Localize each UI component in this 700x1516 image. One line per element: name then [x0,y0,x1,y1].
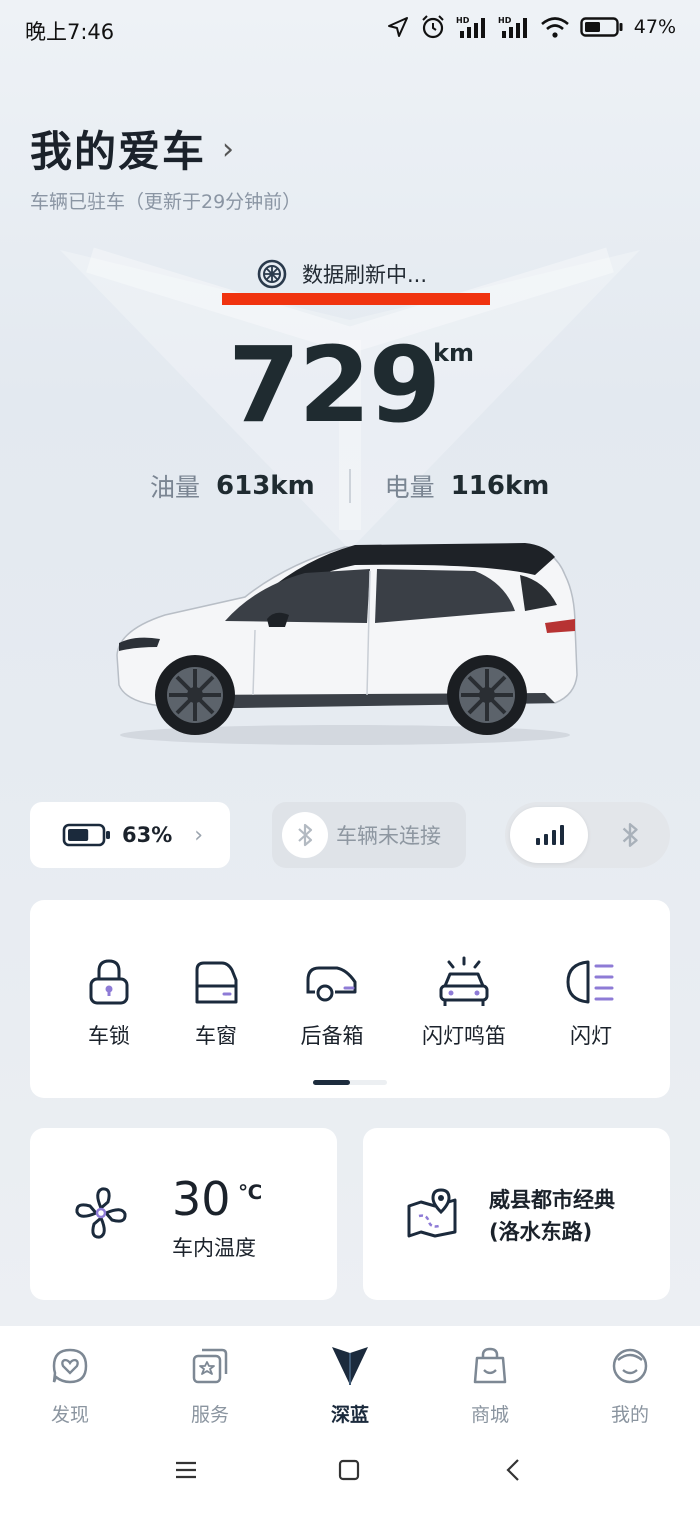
nav-label: 发现 [50,1404,89,1426]
car-image[interactable] [105,535,585,750]
menu-icon[interactable] [174,1458,198,1482]
divider [348,469,351,503]
action-label: 后备箱 [300,1024,364,1048]
bottom-nav: 发现 服务 深蓝 商城 我的 [0,1326,700,1436]
climate-card[interactable]: 30 ℃ 车内温度 [30,1128,337,1300]
quick-action-trunk[interactable]: 后备箱 [277,952,387,1050]
system-nav-bar [0,1436,700,1516]
temperature-unit: ℃ [238,1180,263,1204]
bluetooth-icon [298,823,313,847]
nav-tab-profile[interactable]: 我的 [580,1344,680,1427]
location-line-1: 威县都市经典 [489,1188,615,1212]
home-icon[interactable] [337,1458,361,1482]
quick-actions-card: 车锁 车窗 后备箱 闪灯鸣笛 闪灯 [30,900,670,1098]
wheel-refresh-icon [257,259,287,289]
page-title[interactable]: 我的爱车 [30,118,206,179]
alarm-icon [422,15,444,39]
range-breakdown: 油量 613km 电量 116km [150,468,549,504]
range-unit: km [433,339,474,367]
status-bar: 晚上7:46 HD HD 47% [0,0,700,60]
signal-mode-button[interactable] [510,807,588,863]
page-header: 我的爱车 › 车辆已驻车（更新于29分钟前） [30,118,301,214]
quick-action-flash-horn[interactable]: 闪灯鸣笛 [409,952,519,1050]
connection-mode-toggle[interactable] [505,802,670,868]
battery-level-text: 63% [122,823,173,847]
battery-status-button[interactable]: 63% › [30,802,230,868]
refresh-text: 数据刷新中... [302,263,428,287]
action-label: 车锁 [88,1024,130,1048]
lock-icon [89,959,129,1005]
action-label: 闪灯鸣笛 [422,1024,506,1048]
vehicle-status-text: 车辆已驻车（更新于29分钟前） [30,191,302,213]
fuel-range-value: 613km [216,471,315,501]
location-line-2: (洛水东路) [489,1220,593,1244]
action-label: 闪灯 [570,1024,612,1048]
quick-action-lock[interactable]: 车锁 [54,952,164,1050]
battery-percent-text: 47% [633,16,676,38]
cabin-temperature-label: 车内温度 [172,1236,256,1260]
page-indicator [313,1080,387,1085]
status-time: 晚上7:46 [25,20,115,44]
title-row[interactable]: 我的爱车 › [30,118,301,179]
nav-tab-discover[interactable]: 发现 [20,1344,120,1427]
discover-icon [52,1348,88,1384]
chevron-right-icon: › [194,822,204,848]
nav-label: 深蓝 [330,1404,369,1426]
electric-label: 电量 [384,473,435,502]
total-range: 729 km [228,324,474,446]
bluetooth-icon-holder [282,812,328,858]
electric-range-value: 116km [450,471,550,501]
battery-icon [580,17,623,37]
deepal-logo-icon [332,1347,368,1385]
svg-text:HD: HD [456,16,470,25]
location-text: 威县都市经典 (洛水东路) [489,1184,615,1248]
fan-icon [75,1187,127,1239]
quick-action-window[interactable]: 车窗 [161,952,271,1050]
nav-tab-deepal[interactable]: 深蓝 [300,1344,400,1427]
signal-hd-icon: HD [498,16,527,38]
chevron-right-icon[interactable]: › [222,132,234,167]
action-label: 车窗 [195,1024,237,1048]
bluetooth-status-text: 车辆未连接 [336,824,441,848]
car-window-icon [195,961,238,1004]
status-icons: HD HD 47% [386,14,676,40]
bluetooth-connect-button[interactable]: 车辆未连接 [272,802,466,868]
nav-label: 服务 [190,1404,229,1426]
location-arrow-icon [387,17,408,37]
trunk-icon [306,966,357,1002]
battery-level-icon [62,823,110,847]
back-icon[interactable] [502,1458,526,1482]
nav-label: 我的 [610,1404,649,1426]
bluetooth-mode-icon[interactable] [618,821,642,849]
refresh-status[interactable]: 数据刷新中... [256,258,427,290]
cabin-temperature-value: 30 [172,1172,231,1226]
nav-tab-shop[interactable]: 商城 [440,1344,540,1427]
page-indicator-active [313,1080,350,1085]
signal-hd-icon: HD [456,16,485,38]
range-value: 729 [228,324,441,446]
location-card[interactable]: 威县都市经典 (洛水东路) [363,1128,670,1300]
quick-action-headlight[interactable]: 闪灯 [536,952,646,1050]
nav-tab-service[interactable]: 服务 [160,1344,260,1427]
flash-horn-icon [439,956,489,1006]
nav-label: 商城 [470,1404,509,1426]
headlight-icon [566,960,614,1004]
profile-icon [612,1348,648,1384]
wifi-icon [540,17,569,38]
svg-text:HD: HD [498,16,512,25]
map-pin-icon [407,1188,457,1238]
fuel-label: 油量 [150,473,201,502]
service-icon [192,1348,228,1384]
shop-bag-icon [473,1347,507,1384]
highlight-underline [222,293,490,305]
signal-bars-icon [536,825,564,845]
